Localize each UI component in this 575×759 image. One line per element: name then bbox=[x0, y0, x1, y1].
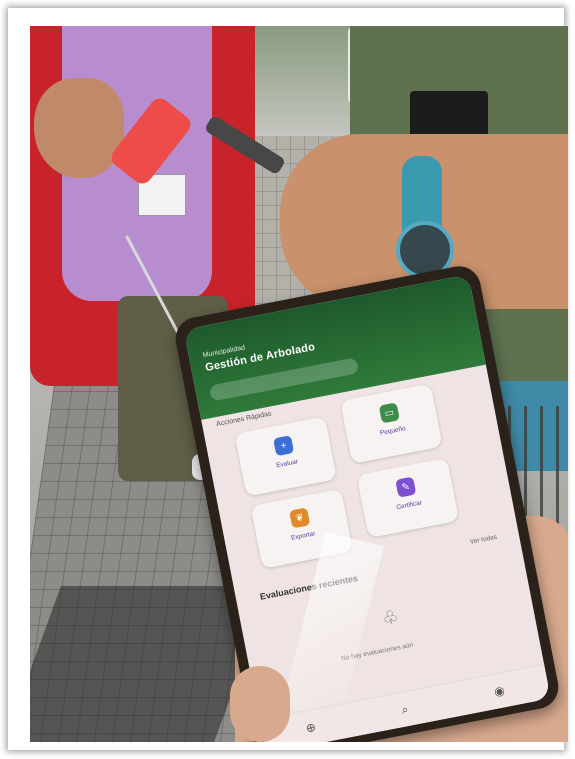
search-icon[interactable]: ⌕ bbox=[400, 701, 409, 717]
thumb bbox=[230, 666, 290, 742]
left-person-hand bbox=[34, 78, 124, 178]
folder-icon: ▭ bbox=[378, 402, 400, 424]
street-photo: Municipalidad Gestión de Arbolado Accion… bbox=[30, 26, 568, 742]
tile-evaluar[interactable]: + Evaluar bbox=[234, 416, 337, 497]
tile-label: Pequeño bbox=[379, 425, 407, 437]
tree-icon: ♧ bbox=[380, 606, 401, 629]
photo-frame: Municipalidad Gestión de Arbolado Accion… bbox=[8, 8, 568, 750]
certificate-icon: ✎ bbox=[395, 476, 417, 498]
leaf-icon: ❦ bbox=[289, 507, 311, 529]
tile-pequeno[interactable]: ▭ Pequeño bbox=[340, 383, 443, 464]
see-all-link[interactable]: Ver todas bbox=[469, 534, 497, 546]
tile-certificar[interactable]: ✎ Certificar bbox=[356, 457, 460, 539]
tile-label: Evaluar bbox=[275, 458, 299, 470]
profile-icon[interactable]: ◉ bbox=[493, 683, 506, 699]
plus-circle-icon: + bbox=[273, 435, 295, 457]
tile-label: Certificar bbox=[395, 499, 423, 512]
add-icon[interactable]: ⊕ bbox=[304, 720, 317, 736]
